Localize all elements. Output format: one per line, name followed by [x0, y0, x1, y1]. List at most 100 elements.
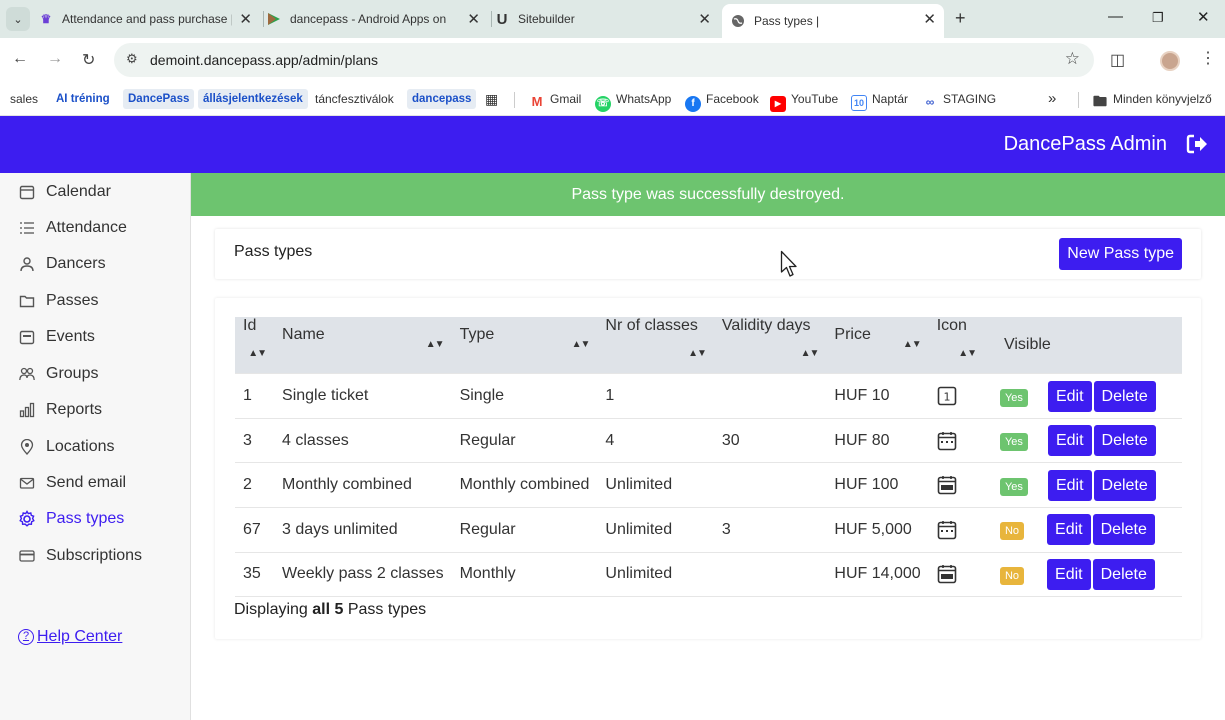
sidebar-item-locations[interactable]: Locations — [0, 429, 190, 465]
sort-icon[interactable]: ▲▼ — [801, 335, 820, 373]
bookmark-gmail[interactable]: M Gmail — [529, 89, 582, 109]
summary-suffix: Pass types — [347, 601, 427, 618]
sort-icon[interactable]: ▲▼ — [903, 326, 922, 364]
sidebar-item-events[interactable]: Events — [0, 319, 190, 355]
column-header-id[interactable]: Id ▲▼ — [235, 317, 275, 374]
all-bookmarks-folder[interactable]: 🖿 Minden könyvjelző — [1092, 89, 1212, 109]
restore-icon[interactable]: ❐ — [1152, 10, 1164, 26]
new-pass-type-button[interactable]: New Pass type — [1059, 238, 1182, 270]
browser-tab-2[interactable]: dancepass - Android Apps on G ✕ — [266, 4, 488, 34]
sort-icon[interactable]: ▲▼ — [426, 326, 445, 364]
bookmark-facebook[interactable]: f Facebook — [685, 89, 759, 112]
site-info-icon[interactable]: ⚙ — [126, 51, 138, 67]
sort-icon[interactable]: ▲▼ — [958, 335, 977, 373]
new-tab-icon[interactable]: + — [955, 8, 966, 29]
bookmark-dancepass[interactable]: DancePass — [123, 89, 195, 109]
logout-icon[interactable] — [1185, 132, 1209, 156]
sort-icon[interactable]: ▲▼ — [688, 335, 707, 373]
bookmark-naptar[interactable]: 10 Naptár — [851, 89, 908, 111]
sidebar-item-label: Attendance — [46, 219, 127, 236]
profile-avatar[interactable] — [1160, 51, 1180, 71]
sidebar-item-subscriptions[interactable]: Subscriptions — [0, 538, 190, 574]
brand-title[interactable]: DancePass Admin — [1004, 133, 1167, 156]
more-bookmarks-icon[interactable]: » — [1048, 89, 1056, 109]
back-icon[interactable]: ← — [12, 50, 28, 68]
delete-button[interactable]: Delete — [1092, 558, 1155, 590]
sidebar-item-label: Calendar — [46, 183, 111, 200]
sidebar-item-pass-types[interactable]: Pass types — [0, 501, 190, 537]
column-header-validity[interactable]: Validity days ▲▼ — [713, 317, 827, 374]
delete-button[interactable]: Delete — [1092, 514, 1155, 546]
delete-button[interactable]: Delete — [1093, 469, 1156, 501]
sidebar-item-send-email[interactable]: Send email — [0, 465, 190, 501]
visible-badge: Yes — [999, 433, 1028, 452]
column-header-icon[interactable]: Icon ▲▼ — [928, 317, 984, 374]
bookmark-tancfesztivalok[interactable]: táncfesztiválok — [315, 89, 394, 109]
sidebar-item-groups[interactable]: Groups — [0, 356, 190, 392]
more-menu-icon[interactable]: ⋮ — [1200, 48, 1216, 68]
sidebar-item-attendance[interactable]: Attendance — [0, 210, 190, 246]
bookmark-ai-trening[interactable]: AI tréning — [56, 89, 110, 109]
window-close-icon[interactable]: ✕ — [1197, 8, 1210, 26]
browser-tab-active[interactable]: Pass types | ✕ — [722, 4, 944, 38]
sidebar-item-dancers[interactable]: Dancers — [0, 246, 190, 282]
cell-price: HUF 100 — [826, 462, 929, 508]
table-row: 2 Monthly combined Monthly combined Unli… — [235, 462, 1182, 508]
sort-icon[interactable]: ▲▼ — [248, 335, 267, 373]
edit-button[interactable]: Edit — [1047, 380, 1092, 412]
browser-tab-3[interactable]: U Sitebuilder ✕ — [494, 4, 719, 34]
sidebar-item-reports[interactable]: Reports — [0, 392, 190, 428]
folder-icon — [18, 292, 36, 310]
people-icon — [18, 365, 36, 383]
cell-id: 35 — [235, 551, 275, 598]
close-icon[interactable]: ✕ — [467, 10, 480, 28]
browser-tab-1[interactable]: ♛ Attendance and pass purchase | ✕ — [38, 4, 260, 34]
bookmark-allasjelentkezesek[interactable]: állásjelentkezések — [198, 89, 308, 109]
reload-icon[interactable]: ↻ — [82, 50, 95, 70]
sidebar-item-passes[interactable]: Passes — [0, 283, 190, 319]
apps-grid-icon[interactable]: ▦ — [485, 89, 498, 109]
delete-button[interactable]: Delete — [1093, 425, 1156, 457]
edit-button[interactable]: Edit — [1047, 558, 1091, 590]
extensions-icon[interactable]: ◫ — [1110, 50, 1125, 70]
cell-type: Monthly combined — [451, 462, 598, 508]
gear-icon — [18, 510, 36, 528]
bookmark-whatsapp[interactable]: ☏ WhatsApp — [595, 89, 671, 112]
cell-type: Regular — [451, 417, 598, 463]
column-header-price[interactable]: Price ▲▼ — [826, 317, 929, 374]
calendar-dots-icon — [937, 520, 956, 540]
sidebar-item-calendar[interactable]: Calendar — [0, 174, 190, 210]
bookmark-youtube[interactable]: ▶ YouTube — [770, 89, 838, 112]
delete-button[interactable]: Delete — [1093, 380, 1156, 412]
column-header-type[interactable]: Type ▲▼ — [451, 317, 598, 374]
close-icon[interactable]: ✕ — [923, 10, 936, 28]
close-icon[interactable]: ✕ — [239, 10, 252, 28]
bookmark-star-icon[interactable]: ☆ — [1065, 49, 1080, 69]
question-icon: ? — [18, 629, 34, 645]
event-icon — [18, 328, 36, 346]
edit-button[interactable]: Edit — [1047, 425, 1092, 457]
sidebar-item-label: Pass types — [46, 510, 125, 527]
column-header-classes[interactable]: Nr of classes ▲▼ — [597, 317, 714, 374]
column-header-name[interactable]: Name ▲▼ — [274, 317, 452, 374]
cell-name: Weekly pass 2 classes — [274, 551, 452, 598]
close-icon[interactable]: ✕ — [698, 10, 711, 28]
edit-button[interactable]: Edit — [1047, 469, 1092, 501]
cell-validity — [713, 373, 827, 419]
bookmark-staging[interactable]: ∞ STAGING — [922, 89, 996, 109]
bookmark-sales[interactable]: sales — [10, 89, 38, 109]
forward-icon[interactable]: → — [47, 50, 63, 68]
minimize-icon[interactable]: — — [1108, 8, 1123, 25]
bookmark-dancepass-2[interactable]: dancepass — [407, 89, 477, 109]
bookmarks-bar: sales AI tréning DancePass állásjelentke… — [0, 82, 1225, 116]
summary-prefix: Displaying — [234, 601, 308, 618]
tab-search-button[interactable]: ⌄ — [6, 7, 30, 31]
help-center-link[interactable]: ? Help Center — [18, 628, 122, 646]
url-text[interactable]: demoint.dancepass.app/admin/plans — [150, 52, 378, 68]
sort-icon[interactable]: ▲▼ — [572, 326, 591, 364]
cell-icon — [928, 462, 984, 508]
bookmark-separator — [1078, 92, 1079, 108]
column-label: Nr of classes — [605, 317, 698, 334]
omnibox[interactable]: ⚙ demoint.dancepass.app/admin/plans ☆ — [114, 43, 1094, 77]
edit-button[interactable]: Edit — [1047, 514, 1091, 546]
